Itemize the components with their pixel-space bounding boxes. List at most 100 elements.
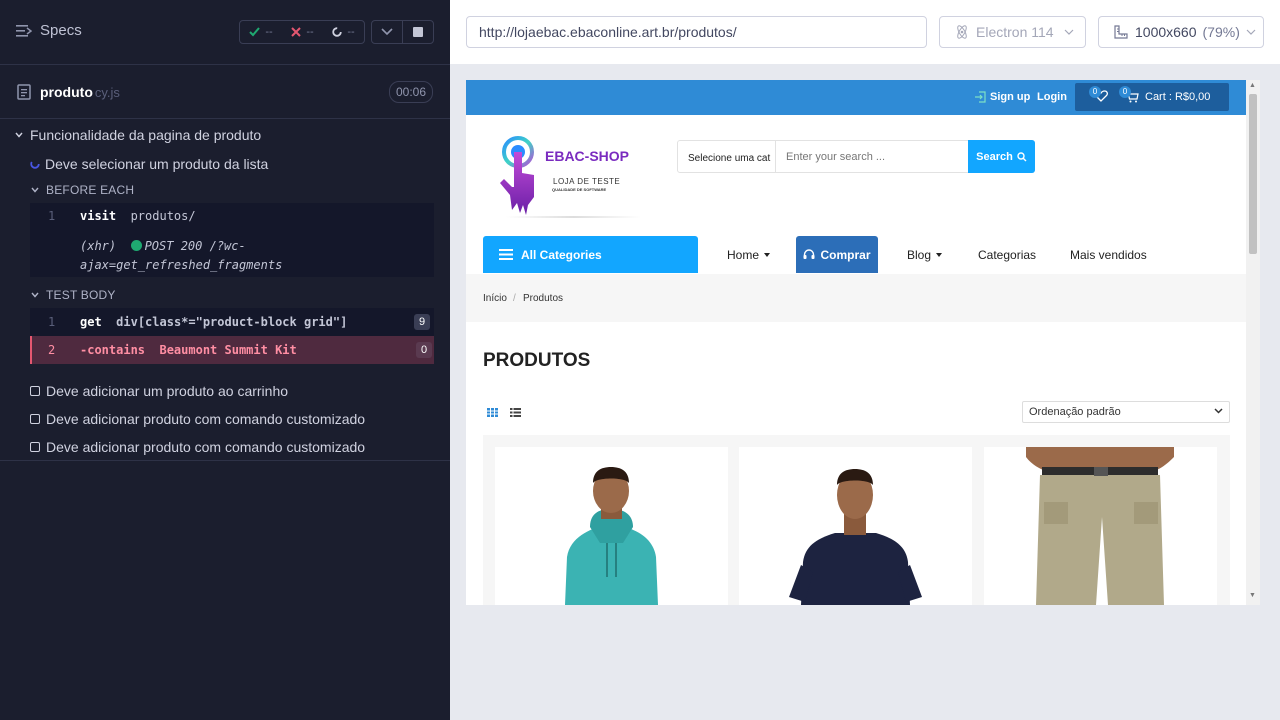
xhr-command-row[interactable]: (xhr) POST 200 /?wc- ajax=get_refreshed_… [80, 237, 420, 275]
scroll-up-icon[interactable]: ▲ [1249, 82, 1256, 89]
ebac-logo-icon[interactable] [494, 135, 544, 217]
signup-label: Sign up [990, 91, 1031, 103]
cypress-reporter: Specs -- -- -- produto cy.js 00:06 Funci… [0, 0, 450, 720]
breadcrumb-home[interactable]: Início [483, 293, 507, 304]
stop-button[interactable] [403, 21, 433, 43]
test-row[interactable]: Deve adicionar produto com comando custo… [30, 411, 365, 427]
command-number: 1 [48, 209, 56, 223]
electron-icon [957, 25, 967, 39]
command-name-text: visit [80, 209, 117, 223]
login-link[interactable]: Login [1037, 91, 1067, 103]
stop-icon [413, 27, 423, 37]
hamburger-icon [499, 249, 513, 260]
test-title: Deve adicionar produto com comando custo… [46, 411, 366, 427]
nav-mais-vendidos[interactable]: Mais vendidos [1070, 248, 1147, 262]
logo-tagline: QUALIDADE DE SOFTWARE [552, 187, 607, 192]
test-state-icon [30, 386, 40, 396]
test-row[interactable]: Deve adicionar um produto ao carrinho [30, 383, 288, 399]
nav-comprar[interactable]: Comprar [796, 236, 878, 273]
search-button[interactable]: Search [968, 140, 1035, 173]
product-image [1026, 447, 1174, 605]
browser-selector[interactable]: Electron 114 [939, 16, 1086, 48]
nav-blog-label: Blog [907, 248, 932, 262]
caret-down-icon [764, 253, 771, 257]
check-icon [249, 27, 261, 37]
product-image [565, 467, 658, 605]
element-count-badge: 0 [416, 342, 432, 358]
cart-total: Cart : R$0,00 [1145, 91, 1211, 103]
sort-select[interactable]: Ordenação padrão [1022, 401, 1230, 423]
chevron-down-icon [1214, 408, 1223, 414]
spec-ext-text: cy.js [94, 85, 120, 100]
failed-command-row[interactable]: 2 -contains Beaumont Summit Kit 0 [30, 336, 434, 364]
product-card[interactable] [495, 447, 728, 605]
menu-lines-icon [16, 24, 32, 37]
nav-home-label: Home [727, 248, 760, 262]
current-test-row[interactable]: Deve selecionar um produto da lista [30, 156, 268, 172]
nav-blog[interactable]: Blog [907, 248, 943, 262]
pending-circle-icon [332, 27, 343, 37]
search-input[interactable]: Enter your search ... [786, 151, 885, 163]
document-icon [17, 84, 31, 100]
command-message: Beaumont Summit Kit [159, 343, 297, 357]
product-card[interactable] [984, 447, 1217, 605]
suite-title: Funcionalidade da pagina de produto [30, 127, 262, 143]
cart-area[interactable]: 0 0 Cart : R$0,00 [1075, 83, 1229, 111]
test-body-header[interactable]: TEST BODY [30, 288, 116, 302]
before-each-label: BEFORE EACH [46, 183, 135, 197]
page-scrollbar[interactable]: ▲ ▼ [1246, 80, 1260, 605]
command-name-text: -contains [80, 343, 146, 357]
product-image [789, 469, 922, 605]
xhr-label: (xhr) [80, 239, 117, 253]
viewport-info[interactable]: 1000x660 (79%) [1098, 16, 1264, 48]
test-body-label: TEST BODY [46, 288, 116, 302]
viewport-size: 1000x660 [1135, 24, 1197, 40]
caret-down-icon [31, 292, 39, 298]
x-icon [291, 27, 302, 37]
search-divider [775, 141, 776, 172]
test-title: Deve adicionar um produto ao carrinho [46, 383, 289, 399]
scrollbar-thumb[interactable] [1249, 94, 1257, 254]
chevron-down-icon [1064, 29, 1074, 35]
browser-name: Electron 114 [976, 24, 1054, 40]
scroll-down-icon[interactable]: ▼ [1249, 592, 1256, 599]
nav-categorias[interactable]: Categorias [978, 248, 1036, 262]
spec-file-name[interactable]: produto cy.js [40, 84, 120, 100]
search-bar: Selecione uma cat Enter your search ... … [677, 140, 1035, 173]
all-categories-button[interactable]: All Categories [483, 236, 698, 273]
list-view-icon[interactable] [510, 408, 521, 417]
nav-comprar-label: Comprar [820, 247, 871, 262]
passed-stat: -- [249, 26, 273, 38]
test-state-icon [30, 414, 40, 424]
command-name-text: get [80, 315, 102, 329]
command-number: 1 [48, 315, 56, 329]
product-card[interactable] [739, 447, 972, 605]
search-category-select[interactable]: Selecione uma cat [688, 153, 770, 164]
before-each-header[interactable]: BEFORE EACH [30, 183, 134, 197]
search-icon [1017, 151, 1027, 161]
signup-link[interactable]: Sign up [974, 91, 1030, 103]
before-each-commands: 1 visit produtos/ (xhr) POST 200 /?wc- a… [30, 203, 434, 277]
url-bar[interactable]: http://lojaebac.ebaconline.art.br/produt… [466, 16, 927, 48]
suite-title-row[interactable]: Funcionalidade da pagina de produto [14, 127, 261, 143]
search-button-label: Search [976, 150, 1013, 163]
test-title: Deve adicionar produto com comando custo… [46, 439, 366, 455]
duration-badge: 00:06 [388, 81, 433, 103]
test-row[interactable]: Deve adicionar produto com comando custo… [30, 439, 365, 455]
command-number: 2 [48, 343, 56, 357]
nav-home[interactable]: Home [727, 248, 771, 262]
xhr-message-cont: ajax=get_refreshed_fragments [80, 258, 283, 272]
spec-name-text: produto [40, 84, 93, 100]
specs-button[interactable]: Specs [16, 22, 82, 39]
browser-toolbar: http://lojaebac.ebaconline.art.br/produt… [450, 0, 1280, 64]
command-message: produtos/ [130, 209, 196, 223]
ruler-icon [1114, 25, 1128, 39]
collapse-button[interactable] [372, 21, 403, 43]
signup-icon [975, 91, 986, 103]
test-body-command[interactable]: 1 get div[class*="product-block grid"] 9 [30, 308, 434, 336]
command-name: get div[class*="product-block grid"] [80, 315, 347, 329]
shop-top-bar: Sign up Login 0 0 Cart : R$0,00 [466, 80, 1246, 115]
cart-count-badge: 0 [1119, 86, 1131, 98]
command-message: div[class*="product-block grid"] [116, 315, 348, 329]
grid-view-icon[interactable] [487, 408, 498, 417]
